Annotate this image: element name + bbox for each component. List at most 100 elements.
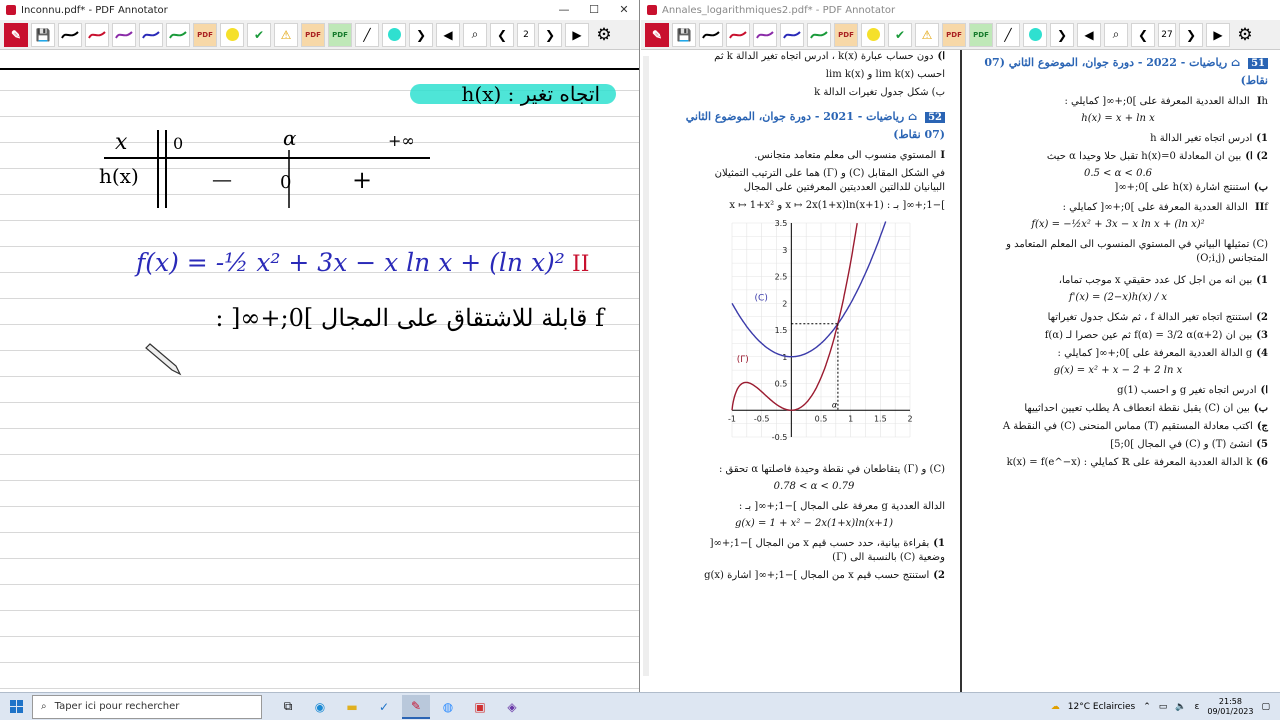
taskbar-search[interactable]: ⌕ Taper ici pour rechercher (32, 694, 262, 719)
h-equation: h(x) = x + ln x (1081, 113, 1155, 124)
alpha-label: α (832, 400, 838, 409)
question-2b: ب)استنتج اشارة h(x) على ]0;+∞[ (1114, 182, 1268, 193)
y-tick-label: 2.5 (775, 273, 788, 282)
series-label-Gamma: (Γ) (737, 355, 749, 365)
warning-icon[interactable]: ⚠ (915, 22, 939, 47)
pen-red-icon[interactable] (726, 22, 750, 47)
pdf-stamp-icon[interactable]: PDF (834, 22, 858, 47)
pen-purple-icon[interactable] (112, 22, 136, 47)
ex52-p1: Iالمستوي منسوب الى معلم متعامد متجانس. (754, 150, 945, 161)
toolbar: ✎ 💾 PDF ✔ ⚠ PDF PDF ╱ ❯ ◀ ⌕ ❮ 2 ❯ ▶ ⚙ (0, 20, 639, 50)
gear-icon[interactable]: ⚙ (592, 22, 616, 47)
weather-icon[interactable]: ☁ (1051, 702, 1060, 712)
next-page-icon[interactable]: ▶ (1206, 22, 1230, 47)
question-II-3: 3)بين ان f(α) = 3/2 α(α+2) ثم عين حصرا ل… (1044, 330, 1268, 341)
home-icon: ⌂ (908, 110, 918, 123)
exercise-52-column: ا)دون حساب عبارة k(x) ، ادرس اتجاه تغير … (683, 50, 945, 692)
task-view-icon[interactable]: ⧉ (274, 695, 302, 719)
file-explorer-icon[interactable]: ▬ (338, 695, 366, 719)
maximize-button[interactable]: ☐ (579, 0, 609, 20)
y-tick-label: 1 (782, 353, 787, 362)
question-1: 1)ادرس اتجاه تغير الدالة h (1150, 133, 1268, 144)
y-tick-label: 3.5 (775, 219, 788, 228)
ex52-p4: (C) و (Γ) يتقاطعان في نقطة وحيدة فاصلتها… (718, 464, 945, 475)
pdf-export-icon[interactable]: PDF (301, 22, 325, 47)
pen-blue-icon[interactable] (780, 22, 804, 47)
pen-blue-icon[interactable] (139, 22, 163, 47)
app-purple-icon[interactable]: ◈ (498, 695, 526, 719)
store-icon[interactable]: ✓ (370, 695, 398, 719)
edge-browser-icon[interactable]: ◉ (306, 695, 334, 719)
previous-page-icon[interactable]: ◀ (1077, 22, 1101, 47)
save-icon[interactable]: 💾 (672, 22, 696, 47)
app-red-icon[interactable]: ▣ (466, 695, 494, 719)
checkmark-icon[interactable]: ✔ (247, 22, 271, 47)
g-equation-52: g(x) = 1 + x² − 2x(1+x)ln(x+1) (734, 518, 894, 529)
checkmark-icon[interactable]: ✔ (888, 22, 912, 47)
warning-icon[interactable]: ⚠ (274, 22, 298, 47)
next-page-icon[interactable]: ▶ (565, 22, 589, 47)
save-icon[interactable]: 💾 (31, 22, 55, 47)
minimize-button[interactable]: — (549, 0, 579, 20)
pdf-green-icon[interactable]: PDF (328, 22, 352, 47)
pen-green-icon[interactable] (166, 22, 190, 47)
highlighter-cyan-icon[interactable] (382, 22, 406, 47)
page-number-field[interactable]: 27 (1158, 22, 1176, 47)
search-icon: ⌕ (41, 701, 47, 712)
clock[interactable]: 21:58 09/01/2023 (1207, 697, 1253, 717)
page-forward-icon[interactable]: ❯ (1179, 22, 1203, 47)
close-button[interactable]: ✕ (609, 0, 639, 20)
x-tick-label: -0.5 (754, 414, 770, 423)
series-label-C: (C) (755, 294, 768, 304)
network-icon[interactable]: ▭ (1159, 702, 1168, 712)
pdf-export-icon[interactable]: PDF (942, 22, 966, 47)
notifications-icon[interactable]: ▢ (1261, 702, 1270, 712)
volume-icon[interactable]: 🔈 (1175, 702, 1186, 712)
pdf-green-icon[interactable]: PDF (969, 22, 993, 47)
column-separator (960, 50, 962, 692)
title-bar: Inconnu.pdf* - PDF Annotator — ☐ ✕ (0, 0, 639, 20)
x-tick-label: 2 (907, 414, 912, 423)
app-menu-icon[interactable]: ✎ (4, 22, 28, 47)
page-number-field[interactable]: 2 (517, 22, 535, 47)
pdf-stamp-icon[interactable]: PDF (193, 22, 217, 47)
document-page[interactable]: 51 ⌂ رياضيات - 2022 - دورة جوان، الموضوع… (641, 50, 1280, 692)
pen-green-icon[interactable] (807, 22, 831, 47)
pdf-annotator-taskbar-icon[interactable]: ✎ (402, 694, 430, 719)
start-button[interactable] (0, 693, 32, 721)
scrollbar[interactable] (643, 56, 649, 676)
system-tray: ☁ 12°C Eclaircies ⌃ ▭ 🔈 ε 21:58 09/01/20… (1051, 697, 1280, 717)
line-tool-icon[interactable]: ╱ (996, 22, 1020, 47)
pen-black-icon[interactable] (699, 22, 723, 47)
pen-black-icon[interactable] (58, 22, 82, 47)
table-sign-plus: + (352, 166, 372, 194)
page-back-icon[interactable]: ❮ (1131, 22, 1155, 47)
search-placeholder: Taper ici pour rechercher (54, 701, 180, 712)
highlighter-yellow-icon[interactable] (220, 22, 244, 47)
app-icon (647, 5, 657, 15)
pen-red-icon[interactable] (85, 22, 109, 47)
zoom-icon[interactable]: ◍ (434, 695, 462, 719)
chevron-right-icon[interactable]: ❯ (409, 22, 433, 47)
previous-page-icon[interactable]: ◀ (436, 22, 460, 47)
highlighter-cyan-icon[interactable] (1023, 22, 1047, 47)
chevron-right-icon[interactable]: ❯ (1050, 22, 1074, 47)
table-zero: 0 (280, 172, 291, 193)
highlighter-yellow-icon[interactable] (861, 22, 885, 47)
tray-chevron-icon[interactable]: ⌃ (1143, 702, 1151, 712)
app-menu-icon[interactable]: ✎ (645, 22, 669, 47)
gear-icon[interactable]: ⚙ (1233, 22, 1257, 47)
weather-text[interactable]: 12°C Eclaircies (1068, 702, 1135, 712)
language-indicator[interactable]: ε (1195, 702, 1200, 712)
toolbar: ✎ 💾 PDF ✔ ⚠ PDF PDF ╱ ❯ ◀ ⌕ ❮ 27 ❯ ▶ ⚙ (641, 20, 1280, 50)
search-icon[interactable]: ⌕ (1104, 22, 1128, 47)
question-II-1: 1)بين انه من اجل كل عدد حقيقي x موجب تما… (1058, 275, 1268, 286)
page-forward-icon[interactable]: ❯ (538, 22, 562, 47)
search-icon[interactable]: ⌕ (463, 22, 487, 47)
y-tick-label: -0.5 (772, 433, 788, 442)
pen-purple-icon[interactable] (753, 22, 777, 47)
page-back-icon[interactable]: ❮ (490, 22, 514, 47)
table-alpha: α (283, 126, 297, 150)
line-tool-icon[interactable]: ╱ (355, 22, 379, 47)
note-page[interactable]: اتجاه تغير : h(x) x 0 α +∞ h(x) — 0 + f(… (0, 50, 639, 692)
